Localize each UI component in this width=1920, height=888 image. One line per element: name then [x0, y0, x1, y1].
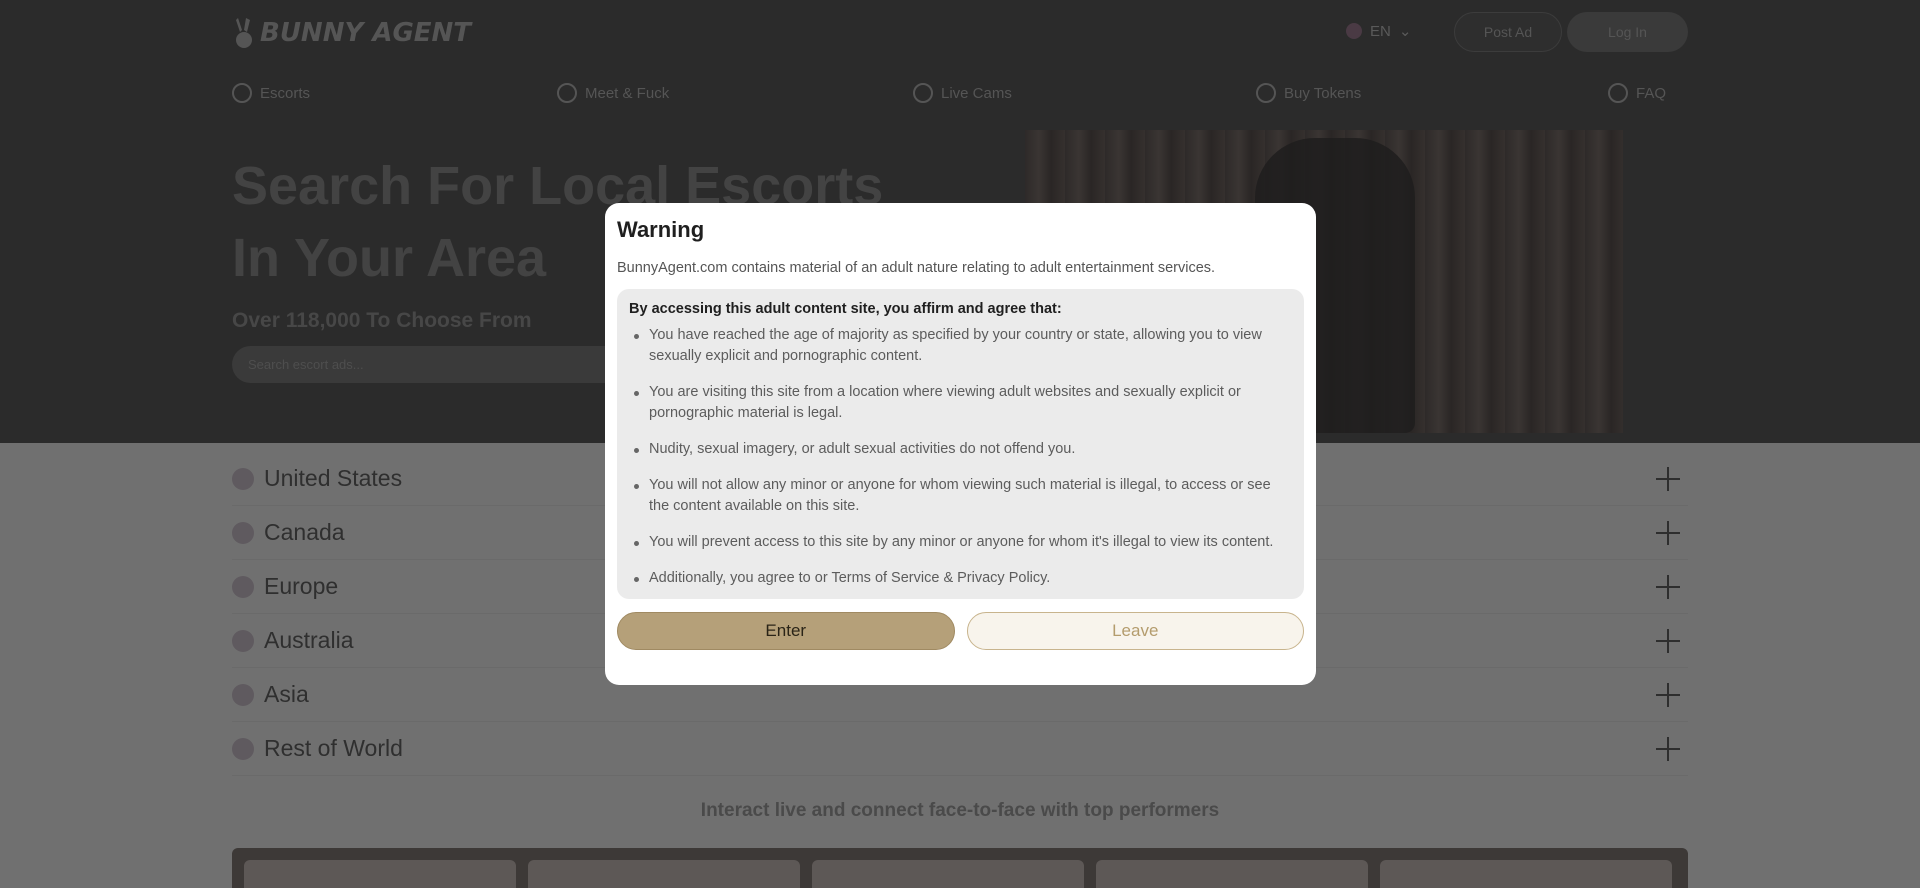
region-name: Australia — [264, 627, 354, 653]
question-bubble-icon — [1608, 83, 1628, 103]
hero-subtitle: Over 118,000 To Choose From — [232, 309, 532, 332]
modal-actions: Enter Leave — [617, 612, 1304, 650]
language-selector[interactable]: EN ⌄ — [1346, 22, 1411, 40]
terms-item: You have reached the age of majority as … — [634, 325, 1292, 367]
bunny-logo-icon — [236, 18, 252, 48]
expand-plus-icon[interactable] — [1656, 467, 1680, 491]
nav-label: Meet & Fuck — [585, 84, 670, 102]
nav-item-buy-tokens[interactable]: Buy Tokens — [1256, 83, 1361, 103]
us-flag-icon — [232, 467, 254, 490]
terms-item: You are visiting this site from a locati… — [634, 382, 1292, 424]
expand-plus-icon[interactable] — [1656, 629, 1680, 653]
login-button[interactable]: Log In — [1567, 12, 1688, 52]
cam-thumbnail[interactable] — [1380, 860, 1672, 888]
nav-item-live-cams[interactable]: Live Cams — [913, 83, 1012, 103]
region-name: Europe — [264, 573, 339, 599]
australia-flag-icon — [232, 629, 254, 652]
region-name: Asia — [264, 681, 309, 707]
canada-flag-icon — [232, 521, 254, 544]
modal-title: Warning — [617, 217, 705, 242]
live-section-title: Interact live and connect face-to-face w… — [700, 800, 1220, 821]
terms-lead: By accessing this adult content site, yo… — [629, 301, 1062, 317]
nav-label: Live Cams — [941, 84, 1012, 102]
region-rest-of-world[interactable]: Rest of World — [232, 722, 1688, 776]
terms-item: Nudity, sexual imagery, or adult sexual … — [634, 439, 1292, 460]
top-bar: BUNNY AGENT EN ⌄ Post Ad Log In — [232, 12, 1688, 52]
region-name: Canada — [264, 519, 345, 545]
leave-button[interactable]: Leave — [966, 612, 1304, 650]
nav-label: Escorts — [260, 84, 311, 102]
logo-text: BUNNY AGENT — [260, 18, 472, 48]
terms-item: You will prevent access to this site by … — [634, 532, 1292, 553]
nav-item-faq[interactable]: FAQ — [1608, 83, 1666, 103]
region-name: Rest of World — [264, 735, 403, 761]
expand-plus-icon[interactable] — [1656, 683, 1680, 707]
expand-plus-icon[interactable] — [1656, 575, 1680, 599]
webcam-icon — [913, 83, 933, 103]
chat-hearts-icon — [557, 83, 577, 103]
globe-icon — [232, 737, 254, 760]
map-pin-icon — [232, 83, 252, 103]
cam-thumbnail[interactable] — [244, 860, 516, 888]
terms-item: Additionally, you agree to or Terms of S… — [634, 568, 1292, 589]
post-ad-button[interactable]: Post Ad — [1454, 12, 1562, 52]
token-icon — [1256, 83, 1276, 103]
main-nav: Escorts Meet & Fuck Live Cams Buy Tokens… — [232, 83, 1688, 107]
nav-item-meet[interactable]: Meet & Fuck — [557, 83, 669, 103]
terms-list: You have reached the age of majority as … — [629, 325, 1292, 589]
enter-button[interactable]: Enter — [617, 612, 955, 650]
modal-intro: BunnyAgent.com contains material of an a… — [617, 260, 1216, 276]
eu-flag-icon — [232, 575, 254, 598]
uk-flag-icon — [1346, 23, 1362, 39]
terms-item: You will not allow any minor or anyone f… — [634, 475, 1292, 517]
cam-strip — [232, 848, 1688, 888]
expand-plus-icon[interactable] — [1656, 521, 1680, 545]
cam-thumbnail[interactable] — [528, 860, 800, 888]
age-warning-modal: Warning BunnyAgent.com contains material… — [605, 203, 1316, 685]
cam-thumbnail[interactable] — [1096, 860, 1368, 888]
nav-item-escorts[interactable]: Escorts — [232, 83, 310, 103]
nav-label: FAQ — [1636, 84, 1667, 102]
language-label: EN — [1370, 22, 1391, 40]
expand-plus-icon[interactable] — [1656, 737, 1680, 761]
cam-thumbnail[interactable] — [812, 860, 1084, 888]
terms-box: By accessing this adult content site, yo… — [617, 289, 1304, 599]
region-name: United States — [264, 465, 403, 491]
site-logo[interactable]: BUNNY AGENT — [232, 16, 471, 50]
nav-label: Buy Tokens — [1284, 84, 1362, 102]
chevron-down-icon: ⌄ — [1398, 23, 1412, 40]
asia-flag-icon — [232, 683, 254, 706]
